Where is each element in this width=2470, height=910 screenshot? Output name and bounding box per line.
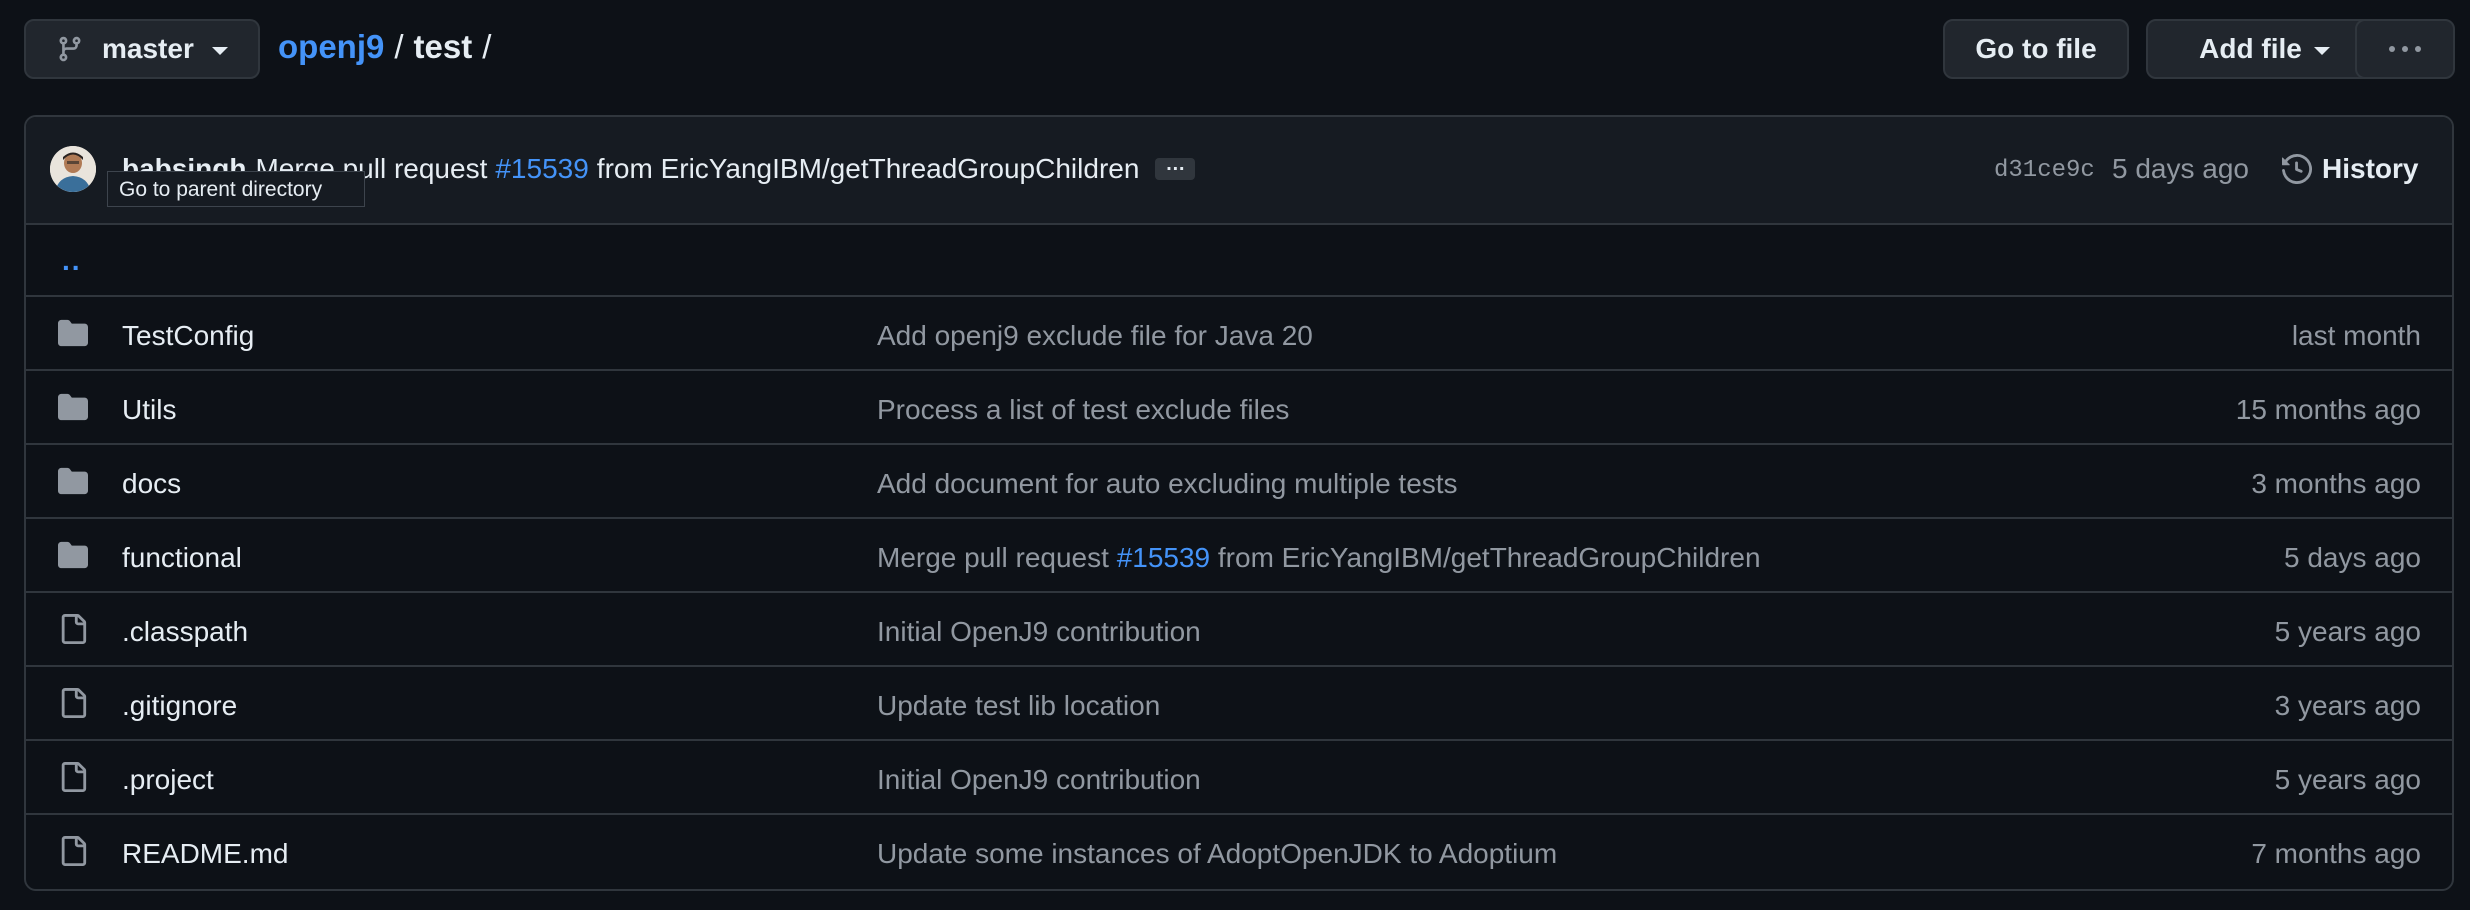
commit-message-text[interactable]: from EricYangIBM/getThreadGroupChildren (597, 153, 1140, 185)
history-button[interactable]: History (2282, 153, 2418, 185)
file-name-link[interactable]: .gitignore (122, 690, 237, 722)
repo-toolbar: master openj9 / test / Go to file Add fi… (0, 0, 2470, 100)
commit-timestamp: 5 days ago (2112, 153, 2249, 184)
parent-directory-link[interactable]: .. (62, 245, 82, 277)
parent-directory-row[interactable]: .. (26, 225, 2452, 297)
file-row[interactable]: .classpath Initial OpenJ9 contribution 5 y… (26, 593, 2452, 667)
row-commit-message[interactable]: Process a list of test exclude files (877, 394, 1289, 426)
tooltip: Go to parent directory (107, 171, 365, 207)
row-commit-age: 5 years ago (2274, 764, 2421, 795)
file-list: TestConfig Add openj9 exclude file for Ja… (26, 297, 2452, 889)
row-commit-age: 7 months ago (2251, 838, 2421, 869)
row-commit-message[interactable]: Initial OpenJ9 contribution (877, 616, 1201, 648)
row-commit-message[interactable]: Update test lib location (877, 690, 1160, 722)
file-icon (58, 762, 88, 792)
file-icon (58, 688, 88, 718)
row-commit-message[interactable]: Update some instances of AdoptOpenJDK to… (877, 838, 1557, 870)
file-name-link[interactable]: functional (122, 542, 242, 574)
file-row[interactable]: Utils Process a list of test exclude file… (26, 371, 2452, 445)
folder-icon (58, 392, 88, 422)
file-row[interactable]: TestConfig Add openj9 exclude file for Ja… (26, 297, 2452, 371)
git-branch-icon (56, 33, 84, 65)
file-name-link[interactable]: README.md (122, 838, 288, 870)
pull-request-link[interactable]: #15539 (495, 153, 588, 185)
row-commit-message[interactable]: Initial OpenJ9 contribution (877, 764, 1201, 796)
chevron-down-icon (211, 47, 228, 55)
row-commit-message-text[interactable]: from EricYangIBM/getThreadGroupChildren (1218, 542, 1761, 573)
add-file-button[interactable]: Add file (2146, 19, 2383, 79)
file-icon (58, 836, 88, 866)
folder-icon (58, 318, 88, 348)
row-commit-message-text[interactable]: Merge pull request (877, 542, 1109, 573)
file-row[interactable]: docs Add document for auto excluding mult… (26, 445, 2452, 519)
file-name-link[interactable]: Utils (122, 394, 176, 426)
file-row[interactable]: functional Merge pull request #15539 from… (26, 519, 2452, 593)
breadcrumb-separator: / (482, 28, 492, 65)
more-options-button[interactable] (2355, 19, 2455, 79)
file-row[interactable]: README.md Update some instances of AdoptO… (26, 815, 2452, 889)
row-commit-message: Merge pull request #15539 from EricYangI… (877, 542, 1761, 574)
latest-commit-bar: babsingh Merge pull request #15539 from … (26, 117, 2452, 225)
history-label: History (2322, 153, 2419, 184)
file-name-link[interactable]: .project (122, 764, 214, 796)
kebab-horizontal-icon (2389, 46, 2421, 52)
folder-icon (58, 540, 88, 570)
branch-name: master (102, 33, 194, 64)
file-name-link[interactable]: docs (122, 468, 181, 500)
chevron-down-icon (2313, 47, 2330, 55)
file-row[interactable]: .project Initial OpenJ9 contribution 5 yea… (26, 741, 2452, 815)
breadcrumb-current-dir: test (413, 28, 473, 65)
branch-selector-button[interactable]: master (24, 19, 260, 79)
breadcrumb: openj9 / test / (278, 28, 491, 66)
history-icon (2282, 154, 2312, 184)
file-browser: babsingh Merge pull request #15539 from … (24, 115, 2454, 891)
row-commit-age: last month (2291, 320, 2421, 351)
row-commit-message[interactable]: Add document for auto excluding multiple… (877, 468, 1458, 500)
pull-request-link[interactable]: #15539 (1117, 542, 1210, 573)
row-commit-age: 5 days ago (2284, 542, 2421, 573)
file-row[interactable]: .gitignore Update test lib location 3 year… (26, 667, 2452, 741)
go-to-file-button[interactable]: Go to file (1943, 19, 2129, 79)
commit-sha-link[interactable]: d31ce9c (1994, 157, 2095, 184)
file-name-link[interactable]: .classpath (122, 616, 248, 648)
add-file-label: Add file (2199, 33, 2302, 64)
breadcrumb-repo-link[interactable]: openj9 (278, 28, 384, 66)
file-name-link[interactable]: TestConfig (122, 320, 254, 352)
row-commit-age: 15 months ago (2235, 394, 2421, 425)
row-commit-age: 3 years ago (2274, 690, 2421, 721)
folder-icon (58, 466, 88, 496)
row-commit-message[interactable]: Add openj9 exclude file for Java 20 (877, 320, 1313, 352)
avatar[interactable] (50, 146, 96, 192)
expand-commit-message-button[interactable]: … (1155, 154, 1196, 180)
file-icon (58, 614, 88, 644)
breadcrumb-separator: / (394, 28, 404, 65)
row-commit-age: 3 months ago (2251, 468, 2421, 499)
row-commit-age: 5 years ago (2274, 616, 2421, 647)
